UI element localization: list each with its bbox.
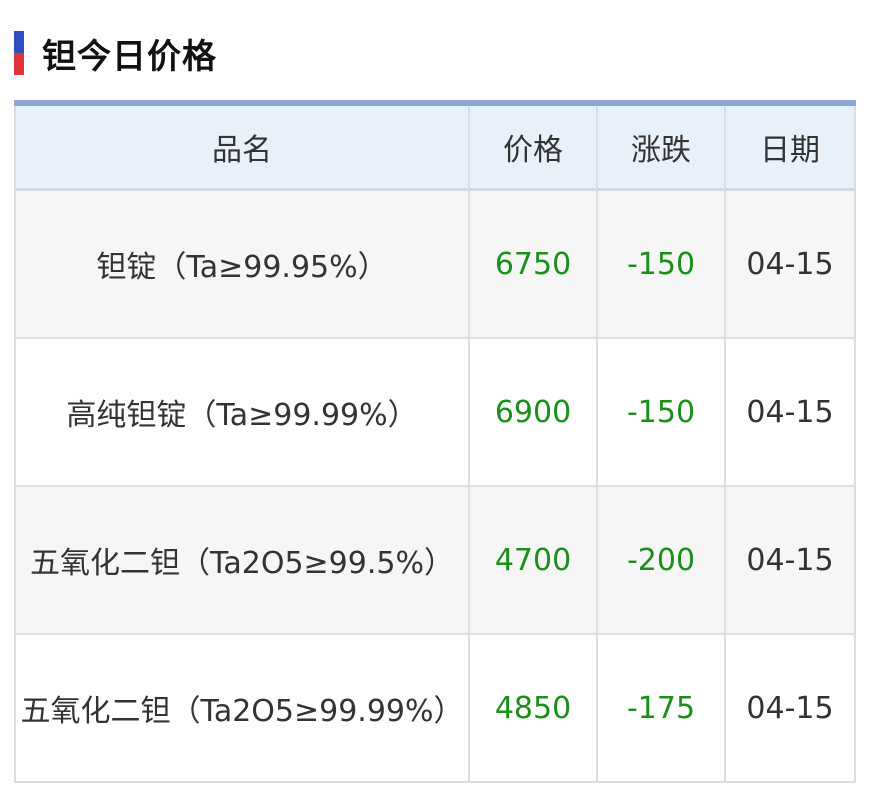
- date-cell: 04-15: [724, 337, 856, 487]
- product-name-cell: 高纯钽锭（Ta≥99.99%）: [14, 337, 470, 487]
- header-product-name: 品名: [14, 102, 470, 191]
- page-title: 钽今日价格: [42, 36, 217, 77]
- change-cell: -200: [596, 485, 726, 635]
- date-cell: 04-15: [724, 188, 856, 339]
- price-table-container: 品名 价格 涨跌 日期 钽锭（Ta≥99.95%） 6750 -150 04-1…: [14, 100, 856, 783]
- product-name-cell: 五氧化二钽（Ta2O5≥99.5%）: [14, 485, 470, 635]
- price-table: 品名 价格 涨跌 日期 钽锭（Ta≥99.95%） 6750 -150 04-1…: [14, 100, 856, 783]
- price-cell: 6750: [468, 188, 598, 339]
- product-name-cell: 五氧化二钽（Ta2O5≥99.99%）: [14, 633, 470, 783]
- header-change: 涨跌: [596, 102, 726, 191]
- price-cell: 4850: [468, 633, 598, 783]
- header-price: 价格: [468, 102, 598, 191]
- table-row: 五氧化二钽（Ta2O5≥99.5%） 4700 -200 04-15: [14, 485, 856, 635]
- header-date: 日期: [724, 102, 856, 191]
- price-cell: 4700: [468, 485, 598, 635]
- change-cell: -150: [596, 188, 726, 339]
- table-header-row: 品名 价格 涨跌 日期: [14, 102, 856, 191]
- accent-blue: [14, 31, 24, 53]
- table-row: 钽锭（Ta≥99.95%） 6750 -150 04-15: [14, 188, 856, 339]
- table-row: 五氧化二钽（Ta2O5≥99.99%） 4850 -175 04-15: [14, 633, 856, 783]
- date-cell: 04-15: [724, 485, 856, 635]
- table-row: 高纯钽锭（Ta≥99.99%） 6900 -150 04-15: [14, 337, 856, 487]
- change-cell: -150: [596, 337, 726, 487]
- date-cell: 04-15: [724, 633, 856, 783]
- accent-red: [14, 53, 24, 75]
- section-header: 钽今日价格: [14, 30, 217, 77]
- product-name-cell: 钽锭（Ta≥99.95%）: [14, 188, 470, 339]
- price-cell: 6900: [468, 337, 598, 487]
- title-accent-bar: [14, 31, 24, 75]
- change-cell: -175: [596, 633, 726, 783]
